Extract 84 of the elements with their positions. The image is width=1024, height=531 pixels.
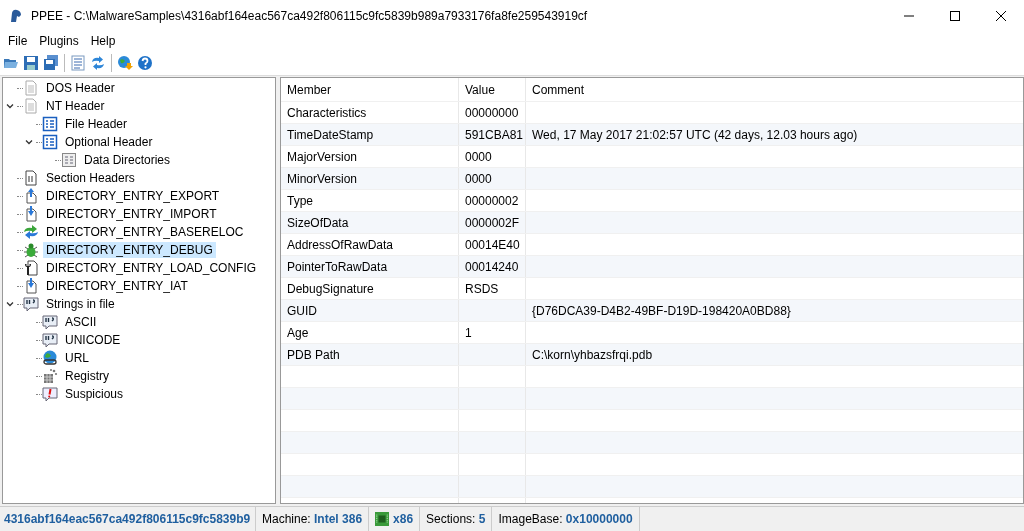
table-cell: 0000 [465,171,492,186]
tree-item[interactable]: DIRECTORY_ENTRY_IMPORT [43,206,220,222]
tree-item[interactable]: ASCII [62,314,100,330]
save-all-icon[interactable] [43,55,59,71]
document-icon [23,80,39,96]
column-header[interactable]: Value [459,78,526,101]
table-cell: 00014E40 [465,237,520,252]
tree-item[interactable]: Section Headers [43,170,138,186]
list-table-icon [42,134,58,150]
window-title: PPEE - C:\MalwareSamples\4316abf164eac567ca492f806115c9fc5839b989a7933176fa8fe259543919cf [31,8,589,23]
table-cell: SizeOfData [287,215,349,230]
status-text: Machine: Intel 386 [262,512,363,526]
warning-bubble-icon [42,386,58,402]
tree-item[interactable]: Strings in file [43,296,118,312]
menu-item[interactable]: File [2,34,34,48]
table-cell: RSDS [465,281,499,296]
document-icon [23,98,39,114]
table-cell: DebugSignature [287,281,374,296]
import-document-icon [23,278,39,294]
tree-item[interactable]: DOS Header [43,80,118,96]
tree-item[interactable]: DIRECTORY_ENTRY_LOAD_CONFIG [43,260,260,276]
tree-item[interactable]: Data Directories [81,152,174,168]
table-cell: {D76DCA39-D4B2-49BF-D19D-198420A0BD88} [532,303,791,318]
tree-item[interactable]: Suspicious [62,386,127,402]
column-header[interactable]: Comment [526,78,1023,101]
globe-download-icon[interactable] [117,55,133,71]
collapse-chevron-icon[interactable] [24,137,34,147]
tree-item[interactable]: UNICODE [62,332,124,348]
tree-item[interactable]: URL [62,350,92,366]
table-cell: GUID [287,303,317,318]
app-icon [8,7,24,24]
table-cell: MajorVersion [287,149,358,164]
list-table-icon [42,116,58,132]
swap-arrows-icon [23,224,39,240]
table-cell: 1 [465,325,472,340]
speech-bubble-icon [23,296,39,312]
status-text: ImageBase: 0x10000000 [498,512,633,526]
close-icon[interactable] [996,10,1006,21]
wrench-document-icon [23,260,39,276]
tree-item[interactable]: DIRECTORY_ENTRY_EXPORT [43,188,223,204]
table-cell: 591CBA81 [465,127,524,142]
table-cell: TimeDateStamp [287,127,374,142]
maximize-icon[interactable] [950,10,960,21]
table-cell: PDB Path [287,347,340,362]
table-cell: Age [287,325,309,340]
tree-item[interactable]: Registry [62,368,112,384]
tree-item[interactable]: NT Header [43,98,108,114]
table-cell: Wed, 17 May 2017 21:02:57 UTC (42 days, 12.03 hours ago) [532,127,858,142]
table-cell: AddressOfRawData [287,237,394,252]
table-cell: MinorVersion [287,171,358,186]
export-document-icon [23,188,39,204]
architecture-label: x86 [393,512,414,526]
status-text: Sections: 5 [426,512,486,526]
table-cell: 0000 [465,149,492,164]
table-cell: 00014240 [465,259,519,274]
column-header[interactable]: Member [281,78,459,101]
file-hash: 4316abf164eac567ca492f806115c9fc5839b9 [4,512,251,526]
menu-item[interactable]: Help [84,34,122,48]
speech-bubble-icon [42,314,58,330]
menu-item[interactable]: Plugins [33,34,85,48]
table-cell: C:\korn\yhbazsfrqi.pdb [532,347,653,362]
section-document-icon [23,170,39,186]
tree-item[interactable]: DIRECTORY_ENTRY_DEBUG [43,242,216,258]
table-cell: 00000000 [465,105,519,120]
tree-item[interactable]: File Header [62,116,131,132]
table-cell: Characteristics [287,105,367,120]
registry-blocks-icon [42,368,58,384]
import-document-icon [23,206,39,222]
refresh-icon[interactable] [90,55,106,71]
table-cell: Type [287,193,313,208]
globe-link-icon [42,350,58,366]
tree-item[interactable]: DIRECTORY_ENTRY_IAT [43,278,191,294]
collapse-chevron-icon[interactable] [5,299,15,309]
save-icon[interactable] [23,55,39,71]
table-cell: PointerToRawData [287,259,388,274]
help-icon[interactable] [137,55,153,71]
bug-icon [23,242,39,258]
table-cell: 00000002 [465,193,519,208]
collapse-chevron-icon[interactable] [5,101,15,111]
tree-item[interactable]: DIRECTORY_ENTRY_BASERELOC [43,224,247,240]
table-cell: 0000002F [465,215,520,230]
chip-icon [375,512,390,526]
tree-item[interactable]: Optional Header [62,134,156,150]
speech-bubble-icon [42,332,58,348]
